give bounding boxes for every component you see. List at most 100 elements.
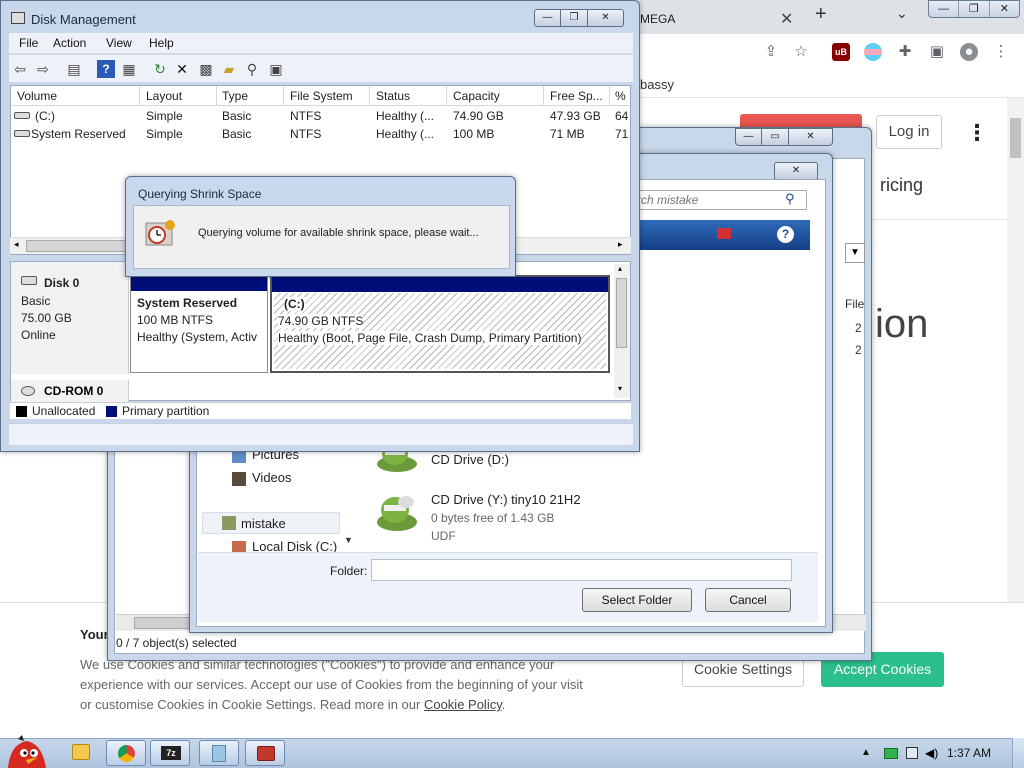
login-button[interactable]: Log in	[876, 115, 942, 149]
partition-system-reserved[interactable]: System Reserved 100 MB NTFS Healthy (Sys…	[130, 275, 268, 373]
close-icon[interactable]: ✕	[780, 9, 793, 29]
scroll-left-arrow-icon[interactable]: ◂	[14, 239, 19, 250]
table-row[interactable]: System Reserved Simple Basic NTFS Health…	[11, 125, 630, 143]
ublock-icon[interactable]: uB	[832, 43, 850, 61]
clock-time[interactable]: 1:37 AM	[947, 746, 991, 760]
taskbar-explorer[interactable]	[62, 740, 102, 766]
close-button[interactable]: ✕	[988, 1, 1019, 17]
scroll-right-arrow-icon[interactable]: ▸	[618, 239, 623, 250]
scrollbar-thumb[interactable]	[616, 278, 627, 348]
disk0-label[interactable]: Disk 0 Basic 75.00 GB Online	[11, 262, 129, 374]
select-folder-button[interactable]: Select Folder	[582, 588, 692, 612]
start-button[interactable]	[4, 733, 48, 768]
scrollbar-thumb[interactable]	[26, 240, 126, 252]
column-separator[interactable]	[139, 86, 140, 106]
close-button[interactable]: ✕	[774, 162, 818, 180]
restore-button[interactable]: ❐	[561, 9, 588, 27]
view-icon[interactable]: ▣	[267, 60, 285, 78]
view-options-icon[interactable]	[717, 228, 731, 239]
search-icon[interactable]: ⚲	[785, 191, 795, 207]
new-tab-icon[interactable]: +	[815, 3, 827, 26]
column-header-free-space[interactable]: Free Sp...	[550, 89, 610, 103]
column-separator[interactable]	[283, 86, 284, 106]
column-header-layout[interactable]: Layout	[146, 89, 216, 103]
help-icon[interactable]: ?	[777, 226, 794, 243]
column-separator[interactable]	[216, 86, 217, 106]
search-icon[interactable]: ⚲	[243, 60, 261, 78]
scrollbar-thumb[interactable]	[134, 617, 194, 629]
minimize-button[interactable]: —	[534, 9, 561, 27]
help-icon[interactable]: ?	[97, 60, 115, 78]
menu-file[interactable]: File	[19, 36, 38, 50]
taskbar-disk-management[interactable]	[245, 740, 285, 766]
star-icon[interactable]: ☆	[792, 43, 810, 61]
cdrom0-label[interactable]: CD-ROM 0	[11, 380, 129, 402]
taskbar-chrome[interactable]	[106, 740, 146, 766]
battery-icon[interactable]	[884, 748, 898, 759]
network-icon[interactable]	[906, 747, 918, 759]
console-tree-icon[interactable]: ▤	[65, 60, 83, 78]
column-header-volume[interactable]: Volume	[17, 89, 137, 103]
nav-item-mistake[interactable]: mistake	[241, 516, 286, 531]
extension-icon[interactable]	[864, 43, 882, 61]
minimize-button[interactable]: —	[735, 128, 762, 146]
share-icon[interactable]: ⇪	[762, 43, 780, 61]
sidepanel-icon[interactable]: ▣	[928, 43, 946, 61]
maximize-button[interactable]: ▭	[762, 128, 789, 146]
column-header-type[interactable]: Type	[222, 89, 282, 103]
scroll-down-arrow-icon[interactable]: ▼	[344, 535, 353, 545]
explorer-status: 0 / 7 object(s) selected	[116, 636, 237, 650]
volume-icon	[14, 112, 30, 119]
scroll-down-arrow-icon[interactable]: ▾	[618, 384, 622, 393]
properties-icon[interactable]: ▦	[120, 60, 138, 78]
settings-icon[interactable]: ▩	[197, 60, 215, 78]
column-separator[interactable]	[543, 86, 544, 106]
nav-pricing[interactable]: ricing	[880, 175, 923, 196]
cookie-policy-link[interactable]: Cookie Policy	[424, 697, 502, 712]
bookmark-item[interactable]: bassy	[640, 77, 674, 92]
column-header-capacity[interactable]: Capacity	[453, 89, 543, 103]
refresh-icon[interactable]: ↻	[151, 60, 169, 78]
search-input[interactable]	[630, 190, 807, 210]
forward-icon[interactable]: ⇨	[34, 60, 52, 78]
volume-icon[interactable]: ◀)	[925, 746, 938, 760]
column-header-status[interactable]: Status	[376, 89, 446, 103]
dropdown-arrow-icon[interactable]: ▼	[845, 243, 865, 263]
page-scrollbar[interactable]	[1007, 98, 1024, 603]
profile-icon[interactable]: ●	[960, 43, 978, 61]
tray-expand-icon[interactable]: ▲	[861, 747, 871, 758]
nav-item-videos[interactable]: Videos	[252, 470, 292, 485]
column-separator[interactable]	[609, 86, 610, 106]
graphical-vscrollbar[interactable]: ▴ ▾	[614, 264, 630, 398]
column-header-file[interactable]: File	[845, 297, 864, 311]
taskbar-7zip[interactable]: 7z	[150, 740, 190, 766]
table-row[interactable]: (C:) Simple Basic NTFS Healthy (... 74.9…	[11, 107, 630, 125]
puzzle-icon[interactable]: ✚	[896, 43, 914, 61]
scroll-up-arrow-icon[interactable]: ▴	[618, 264, 622, 273]
scrollbar-thumb[interactable]	[1010, 118, 1021, 158]
column-separator[interactable]	[446, 86, 447, 106]
back-icon[interactable]: ⇦	[11, 60, 29, 78]
restore-button[interactable]: ❐	[958, 1, 988, 17]
menu-view[interactable]: View	[106, 36, 132, 50]
menu-icon[interactable]: ⋮	[992, 43, 1010, 61]
chevron-down-icon[interactable]: ⌄	[896, 5, 908, 22]
menu-action[interactable]: Action	[53, 36, 86, 50]
window-title: Disk Management	[31, 12, 136, 27]
column-header-filesystem[interactable]: File System	[290, 89, 370, 103]
menu-help[interactable]: Help	[149, 36, 174, 50]
cancel-button[interactable]: Cancel	[705, 588, 791, 612]
open-folder-icon[interactable]: ▰	[220, 60, 238, 78]
show-desktop-button[interactable]	[1012, 738, 1024, 768]
partition-c[interactable]: (C:) 74.90 GB NTFS Healthy (Boot, Page F…	[270, 275, 610, 373]
close-button[interactable]: ✕	[588, 9, 624, 27]
close-button[interactable]: ✕	[789, 128, 833, 146]
column-separator[interactable]	[369, 86, 370, 106]
taskbar-folder-browser[interactable]	[199, 740, 239, 766]
more-icon[interactable]: ⋮	[966, 120, 988, 146]
chrome-tab-mega[interactable]: MEGA ✕	[620, 4, 810, 34]
folder-input[interactable]	[371, 559, 792, 581]
minimize-button[interactable]: —	[929, 1, 958, 17]
column-header-percent[interactable]: %	[615, 89, 629, 103]
delete-icon[interactable]: ✕	[173, 60, 191, 78]
